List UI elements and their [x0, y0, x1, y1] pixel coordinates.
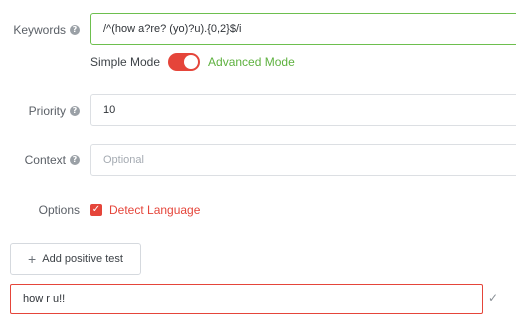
keywords-label: Keywords [13, 23, 66, 37]
add-positive-test-button[interactable]: + Add positive test [10, 243, 141, 275]
options-row: Options ✓ Detect Language [0, 202, 516, 218]
keyword-form: Keywords ? /^(how a?re? (yo)?u).{0,2}$/i… [0, 0, 516, 328]
priority-value: 10 [103, 104, 116, 116]
simple-mode-label[interactable]: Simple Mode [90, 55, 160, 69]
keywords-value: /^(how a?re? (yo)?u).{0,2}$/i [103, 23, 242, 35]
toggle-knob [184, 55, 199, 69]
plus-icon: + [28, 251, 37, 267]
priority-label-group: Priority ? [29, 104, 80, 118]
mode-toggle[interactable] [168, 53, 201, 71]
context-label: Context [24, 153, 66, 167]
options-label: Options [39, 203, 80, 217]
keywords-label-group: Keywords ? [13, 23, 80, 37]
add-positive-test-label: Add positive test [42, 253, 123, 265]
priority-label: Priority [28, 104, 66, 118]
mode-switch-row: Simple Mode Advanced Mode [90, 53, 295, 71]
context-input[interactable]: Optional [90, 144, 516, 176]
detect-language-label[interactable]: Detect Language [109, 203, 200, 217]
priority-input[interactable]: 10 [90, 94, 516, 126]
positive-test-input[interactable]: how r u!! [10, 284, 483, 314]
context-label-group: Context ? [25, 153, 80, 167]
options-label-text: Options [38, 203, 80, 217]
question-circle-icon[interactable]: ? [70, 155, 80, 165]
check-icon: ✓ [488, 291, 499, 305]
advanced-mode-label[interactable]: Advanced Mode [208, 55, 295, 69]
detect-language-checkbox[interactable]: ✓ [90, 204, 102, 216]
question-circle-icon[interactable]: ? [70, 106, 80, 116]
keywords-input[interactable]: /^(how a?re? (yo)?u).{0,2}$/i [90, 13, 516, 45]
question-circle-icon[interactable]: ? [70, 25, 80, 35]
context-placeholder: Optional [103, 154, 144, 166]
positive-test-value: how r u!! [23, 293, 66, 305]
